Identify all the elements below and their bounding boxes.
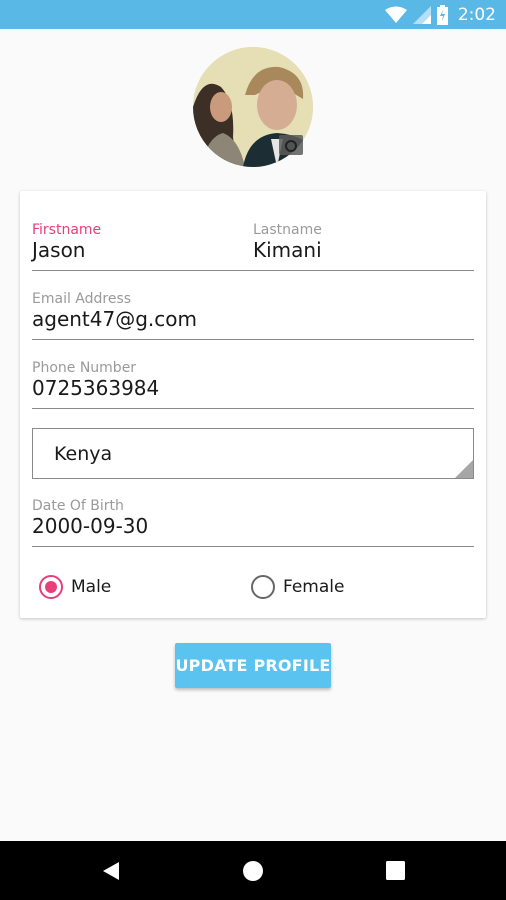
home-icon[interactable]: [243, 861, 263, 881]
lastname-field[interactable]: Lastname Kimani: [253, 222, 474, 271]
gender-radio-female[interactable]: Female: [251, 574, 344, 600]
battery-icon: [436, 5, 448, 25]
firstname-label: Firstname: [32, 222, 102, 238]
radio-unchecked-icon[interactable]: [251, 575, 275, 599]
update-profile-button[interactable]: UPDATE PROFILE: [175, 643, 331, 688]
camera-icon[interactable]: [279, 135, 303, 155]
status-icons: 2:02: [384, 4, 496, 26]
profile-form-card: Firstname Jason Lastname Kimani Email Ad…: [20, 191, 486, 618]
dob-label: Date Of Birth: [32, 498, 124, 514]
country-select-value: Kenya: [54, 443, 113, 465]
navigation-bar: [0, 841, 506, 900]
phone-field[interactable]: Phone Number 0725363984: [32, 360, 474, 409]
gender-radio-male[interactable]: Male: [39, 574, 111, 600]
lastname-label: Lastname: [253, 222, 322, 238]
profile-avatar[interactable]: [193, 47, 313, 167]
status-bar: 2:02: [0, 0, 506, 29]
email-label: Email Address: [32, 291, 132, 307]
firstname-field[interactable]: Firstname Jason: [32, 222, 254, 271]
back-icon[interactable]: [101, 861, 121, 881]
phone-input[interactable]: 0725363984: [32, 376, 159, 400]
dob-field[interactable]: Date Of Birth 2000-09-30: [32, 498, 474, 547]
dropdown-corner-icon: [455, 460, 473, 478]
radio-label-female: Female: [283, 577, 345, 597]
status-time: 2:02: [457, 5, 496, 25]
country-select[interactable]: Kenya: [32, 428, 474, 479]
email-input[interactable]: agent47@g.com: [32, 307, 197, 331]
cell-signal-icon: [412, 6, 431, 24]
firstname-input[interactable]: Jason: [32, 238, 86, 262]
recents-icon[interactable]: [386, 861, 405, 880]
lastname-input[interactable]: Kimani: [253, 238, 322, 262]
email-field[interactable]: Email Address agent47@g.com: [32, 291, 474, 340]
wifi-icon: [384, 6, 407, 23]
radio-checked-icon[interactable]: [39, 575, 63, 599]
radio-label-male: Male: [71, 577, 112, 597]
dob-input[interactable]: 2000-09-30: [32, 514, 148, 538]
phone-label: Phone Number: [32, 360, 137, 376]
